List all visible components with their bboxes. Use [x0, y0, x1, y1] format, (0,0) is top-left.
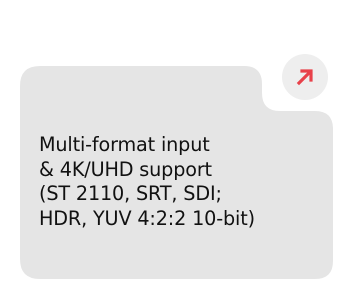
open-detail-button[interactable]	[282, 54, 328, 100]
arrow-up-right-icon	[296, 69, 313, 86]
feature-card: Multi-format input & 4K/UHD support (ST …	[0, 0, 353, 295]
feature-description: Multi-format input & 4K/UHD support (ST …	[39, 133, 255, 230]
